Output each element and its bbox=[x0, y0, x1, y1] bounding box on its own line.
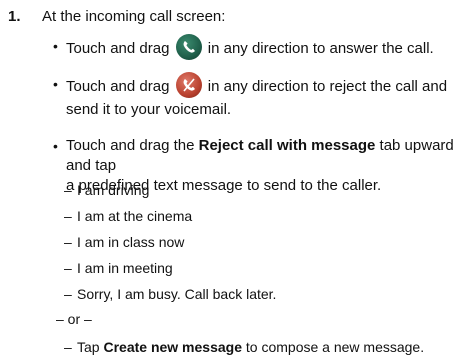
or-separator: – or – bbox=[56, 311, 92, 327]
bullet-text-part: Touch and drag bbox=[66, 39, 170, 57]
message-text: I am in class now bbox=[77, 234, 185, 250]
step-heading: At the incoming call screen: bbox=[42, 8, 226, 25]
bullet-text-part: in any direction to answer the call. bbox=[207, 39, 434, 57]
message-text: I am driving bbox=[77, 182, 150, 198]
reject-call-with-message-label: Reject call with message bbox=[198, 137, 376, 154]
dash-marker: – bbox=[64, 182, 72, 198]
dash-marker: – bbox=[64, 286, 72, 302]
bullet-text-part: Touch and drag bbox=[66, 77, 170, 95]
bullet-text: Touch and drag in any direction to rejec… bbox=[66, 72, 471, 120]
create-message-text: Tap Create new message to compose a new … bbox=[77, 338, 424, 356]
dash-marker: – bbox=[64, 208, 72, 224]
create-new-message-label: Create new message bbox=[103, 339, 242, 355]
reject-call-icon bbox=[175, 72, 202, 98]
bullet-text: Touch and drag in any direction to answe… bbox=[66, 34, 471, 62]
message-text: I am at the cinema bbox=[77, 208, 193, 224]
bullet-marker: • bbox=[53, 138, 58, 154]
bullet-marker: • bbox=[53, 76, 58, 92]
dash-marker: – bbox=[64, 339, 72, 355]
step-number: 1. bbox=[8, 8, 21, 25]
message-text: I am in meeting bbox=[77, 260, 173, 276]
create-text-part: Tap bbox=[77, 339, 100, 355]
dash-marker: – bbox=[64, 260, 72, 276]
bullet-marker: • bbox=[53, 38, 58, 54]
dash-marker: – bbox=[64, 234, 72, 250]
answer-call-icon bbox=[175, 34, 202, 60]
bullet-text-part: Touch and drag the bbox=[66, 137, 195, 154]
manual-page: 1. At the incoming call screen: • Touch … bbox=[0, 0, 472, 359]
create-text-part: to compose a new message. bbox=[245, 339, 425, 355]
bullet-text-line2: send it to your voicemail. bbox=[66, 101, 232, 118]
bullet-text-part: in any direction to reject the call and bbox=[207, 77, 448, 95]
message-text: Sorry, I am busy. Call back later. bbox=[77, 286, 277, 302]
